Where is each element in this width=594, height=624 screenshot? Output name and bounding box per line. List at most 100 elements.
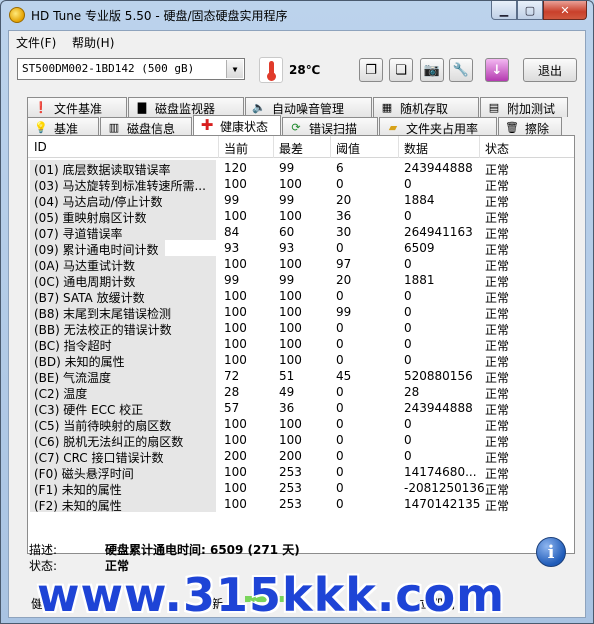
cell-data: 0 (404, 337, 412, 351)
cell-id: (F2) 未知的属性 (30, 496, 216, 512)
table-row[interactable]: (09) 累计通电时间计数 93 93 0 6509 正常 (28, 240, 574, 257)
cell-current: 84 (224, 225, 240, 239)
tab-health[interactable]: ✚ 健康状态 (193, 115, 281, 137)
options-button[interactable]: 🔧 (449, 58, 473, 82)
menu-file[interactable]: 文件(F) (16, 34, 56, 51)
exit-button[interactable]: 退出 (523, 58, 577, 82)
table-row[interactable]: (BB) 无法校正的错误计数 100 100 0 0 正常 (28, 320, 574, 337)
column-header-data[interactable]: 数据 (404, 140, 428, 157)
benchmark-icon: 💡 (34, 120, 48, 134)
extra-tests-icon: ▤ (488, 100, 500, 114)
table-row[interactable]: (C6) 脱机无法纠正的扇区数 100 100 0 0 正常 (28, 432, 574, 449)
cell-id: (BE) 气流温度 (30, 368, 216, 384)
close-button[interactable]: ✕ (543, 1, 587, 20)
table-row[interactable]: (F0) 磁头悬浮时间 100 253 0 14174680... 正常 (28, 464, 574, 481)
table-row[interactable]: (C5) 当前待映射的扇区数 100 100 0 0 正常 (28, 416, 574, 433)
cell-data: 0 (404, 353, 412, 367)
cell-id: (BB) 无法校正的错误计数 (30, 320, 216, 336)
table-row[interactable]: (BC) 指令超时 100 100 0 0 正常 (28, 336, 574, 353)
health-table-panel: ID 当前 最差 阈值 数据 状态 (01) 底层数据读取错误率 120 99 6 24… (27, 135, 575, 554)
table-row[interactable]: (C3) 硬件 ECC 校正 57 36 0 243944888 正常 (28, 400, 574, 417)
column-header-threshold[interactable]: 阈值 (336, 140, 360, 157)
cell-worst: 93 (279, 241, 295, 255)
cell-worst: 253 (279, 481, 302, 495)
drive-select[interactable]: ST500DM002-1BD142 (500 gB) ▼ (17, 58, 245, 80)
copy-all-button[interactable]: ❏ (389, 58, 413, 82)
close-icon: ✕ (560, 3, 570, 17)
table-row[interactable]: (01) 底层数据读取错误率 120 99 6 243944888 正常 (28, 160, 574, 177)
table-row[interactable]: (F2) 未知的属性 100 253 0 1470142135 正常 (28, 496, 574, 513)
column-header-status[interactable]: 状态 (485, 140, 509, 157)
info-icon[interactable]: i (536, 537, 566, 567)
cell-current: 57 (224, 401, 240, 415)
column-header-worst[interactable]: 最差 (279, 140, 303, 157)
cell-current: 100 (224, 257, 247, 271)
save-button[interactable]: ↓ (485, 58, 509, 82)
maximize-icon: ▢ (524, 3, 536, 17)
column-header-current[interactable]: 当前 (224, 140, 248, 157)
tab-aam[interactable]: 🔈 自动噪音管理 (245, 97, 372, 117)
maximize-button[interactable]: ▢ (517, 1, 543, 20)
thermometer-icon (259, 57, 283, 83)
cell-threshold: 0 (336, 177, 344, 191)
cell-threshold: 0 (336, 241, 344, 255)
table-row[interactable]: (BE) 气流温度 72 51 45 520880156 正常 (28, 368, 574, 385)
description-value: 硬盘累计通电时间: 6509 (271 天) (105, 543, 300, 557)
tab-folder-usage[interactable]: ▰ 文件夹占用率 (379, 117, 497, 137)
copy-icon: ❐ (365, 62, 377, 78)
minimize-button[interactable]: ▁ (491, 1, 517, 20)
table-row[interactable]: (F1) 未知的属性 100 253 0 -2081250136 正常 (28, 480, 574, 497)
tab-label: 自动噪音管理 (272, 102, 345, 116)
tab-error-scan[interactable]: ⟳ 错误扫描 (282, 117, 378, 137)
cell-data: -2081250136 (404, 481, 485, 495)
tab-benchmark[interactable]: 💡 基准 (27, 117, 99, 137)
cell-id: (C3) 硬件 ECC 校正 (30, 400, 216, 416)
trash-icon: 🗑 (505, 120, 519, 134)
table-row[interactable]: (0A) 马达重试计数 100 100 97 0 正常 (28, 256, 574, 273)
tab-random-access[interactable]: ▦ 随机存取 (373, 97, 479, 117)
tab-disk-info[interactable]: ▥ 磁盘信息 (100, 117, 192, 137)
chevron-down-icon[interactable]: ▼ (226, 60, 243, 78)
cell-id: (BC) 指令超时 (30, 336, 216, 352)
tab-extra-tests[interactable]: ▤ 附加测试 (480, 97, 568, 117)
tab-erase[interactable]: 🗑 擦除 (498, 117, 562, 137)
cell-worst: 100 (279, 417, 302, 431)
cell-current: 100 (224, 417, 247, 431)
screenshot-button[interactable]: 📷 (420, 58, 444, 82)
column-header-id[interactable]: ID (34, 140, 47, 154)
cell-data: 0 (404, 433, 412, 447)
window-controls: ▁ ▢ ✕ (491, 1, 587, 21)
table-row[interactable]: (04) 马达启动/停止计数 99 99 20 1884 正常 (28, 192, 574, 209)
table-row[interactable]: (C7) CRC 接口错误计数 200 200 0 0 正常 (28, 448, 574, 465)
table-row[interactable]: (B7) SATA 放缓计数 100 100 0 0 正常 (28, 288, 574, 305)
cell-current: 100 (224, 177, 247, 191)
menu-help[interactable]: 帮助(H) (72, 34, 114, 51)
cell-id: (09) 累计通电时间计数 (30, 240, 216, 256)
cell-threshold: 99 (336, 305, 352, 319)
table-row[interactable]: (BD) 未知的属性 100 100 0 0 正常 (28, 352, 574, 369)
title-bar[interactable]: HD Tune 专业版 5.50 - 硬盘/固态硬盘实用程序 ▁ ▢ ✕ (1, 1, 593, 29)
tab-disk-monitor[interactable]: ▇ 磁盘监视器 (128, 97, 244, 117)
table-row[interactable]: (03) 马达旋转到标准转速所需... 100 100 0 0 正常 (28, 176, 574, 193)
random-access-icon: ▦ (381, 100, 393, 114)
cell-worst: 100 (279, 321, 302, 335)
table-row[interactable]: (05) 重映射扇区计数 100 100 36 0 正常 (28, 208, 574, 225)
cell-threshold: 20 (336, 273, 352, 287)
cell-current: 28 (224, 385, 240, 399)
minimize-icon: ▁ (499, 3, 509, 17)
cell-data: 0 (404, 209, 412, 223)
table-row[interactable]: (B8) 末尾到末尾错误检测 100 100 99 0 正常 (28, 304, 574, 321)
table-row[interactable]: (C2) 温度 28 49 0 28 正常 (28, 384, 574, 401)
cell-data: 6509 (404, 241, 435, 255)
watermark-text: www.315kkk.com (37, 568, 506, 622)
cell-data: 1881 (404, 273, 435, 287)
cell-current: 200 (224, 449, 247, 463)
table-row[interactable]: (0C) 通电周期计数 99 99 20 1881 正常 (28, 272, 574, 289)
tab-file-benchmark[interactable]: ❗ 文件基准 (27, 97, 127, 117)
cell-threshold: 0 (336, 385, 344, 399)
cell-id: (0A) 马达重试计数 (30, 256, 216, 272)
table-row[interactable]: (07) 寻道错误率 84 60 30 264941163 正常 (28, 224, 574, 241)
drive-select-value: ST500DM002-1BD142 (500 gB) (22, 62, 195, 75)
copy-info-button[interactable]: ❐ (359, 58, 383, 82)
cell-threshold: 20 (336, 193, 352, 207)
